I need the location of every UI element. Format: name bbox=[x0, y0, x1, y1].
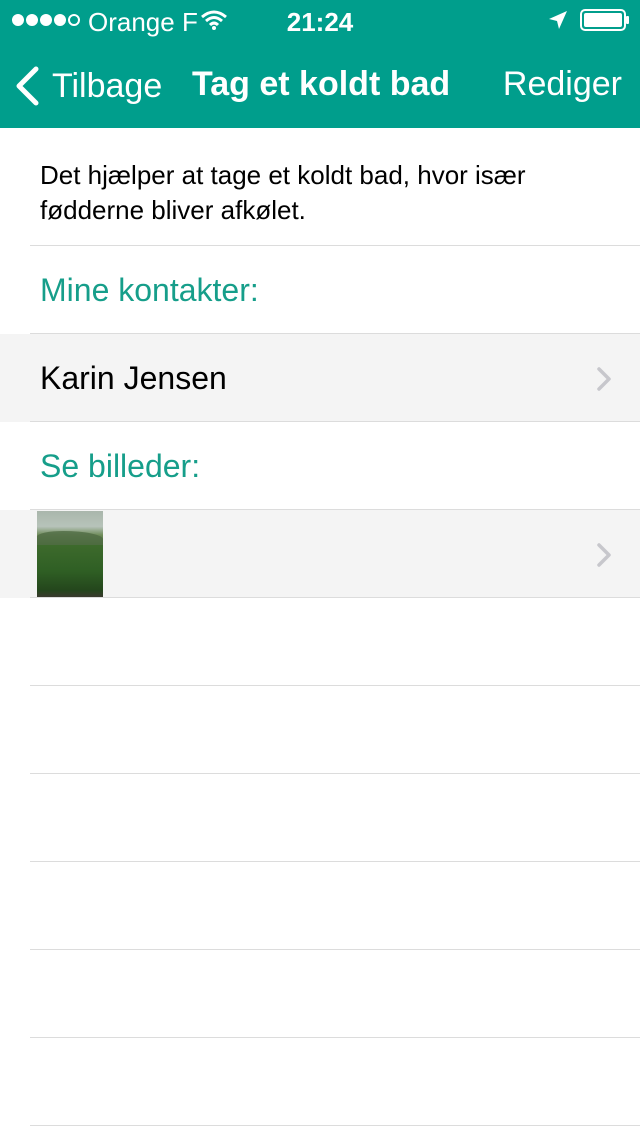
status-bar: Orange F 21:24 bbox=[0, 0, 640, 40]
images-header-label: Se billeder: bbox=[40, 448, 201, 484]
photo-thumbnail-detail bbox=[37, 531, 103, 545]
location-arrow-icon bbox=[549, 11, 567, 29]
empty-row bbox=[0, 686, 640, 774]
chevron-left-icon bbox=[16, 66, 39, 106]
photo-thumbnail bbox=[37, 511, 103, 597]
empty-row bbox=[0, 774, 640, 862]
contacts-header-label: Mine kontakter: bbox=[40, 272, 259, 308]
empty-row bbox=[0, 862, 640, 950]
images-section-header: Se billeder: bbox=[0, 422, 640, 510]
navigation-bar: Tilbage Tag et koldt bad Rediger bbox=[0, 40, 640, 128]
chevron-right-icon bbox=[597, 543, 611, 567]
empty-row bbox=[0, 598, 640, 686]
image-row[interactable] bbox=[0, 510, 640, 598]
back-button[interactable]: Tilbage bbox=[14, 64, 162, 108]
chevron-right-icon bbox=[597, 367, 611, 391]
contacts-section-header: Mine kontakter: bbox=[0, 246, 640, 334]
empty-row bbox=[0, 950, 640, 1038]
empty-row bbox=[0, 1038, 640, 1126]
detail-list: Det hjælper at tage et koldt bad, hvor i… bbox=[0, 128, 640, 1126]
contact-row[interactable]: Karin Jensen bbox=[0, 334, 640, 422]
back-button-label: Tilbage bbox=[52, 66, 163, 105]
edit-button[interactable]: Rediger bbox=[503, 65, 622, 104]
description-text: Det hjælper at tage et koldt bad, hvor i… bbox=[0, 128, 640, 246]
battery-icon bbox=[580, 9, 629, 31]
contact-name: Karin Jensen bbox=[40, 360, 227, 396]
page-title: Tag et koldt bad bbox=[192, 65, 451, 103]
header: Orange F 21:24 Tilbage Tag et koldt bad … bbox=[0, 0, 640, 128]
status-time: 21:24 bbox=[286, 7, 354, 37]
